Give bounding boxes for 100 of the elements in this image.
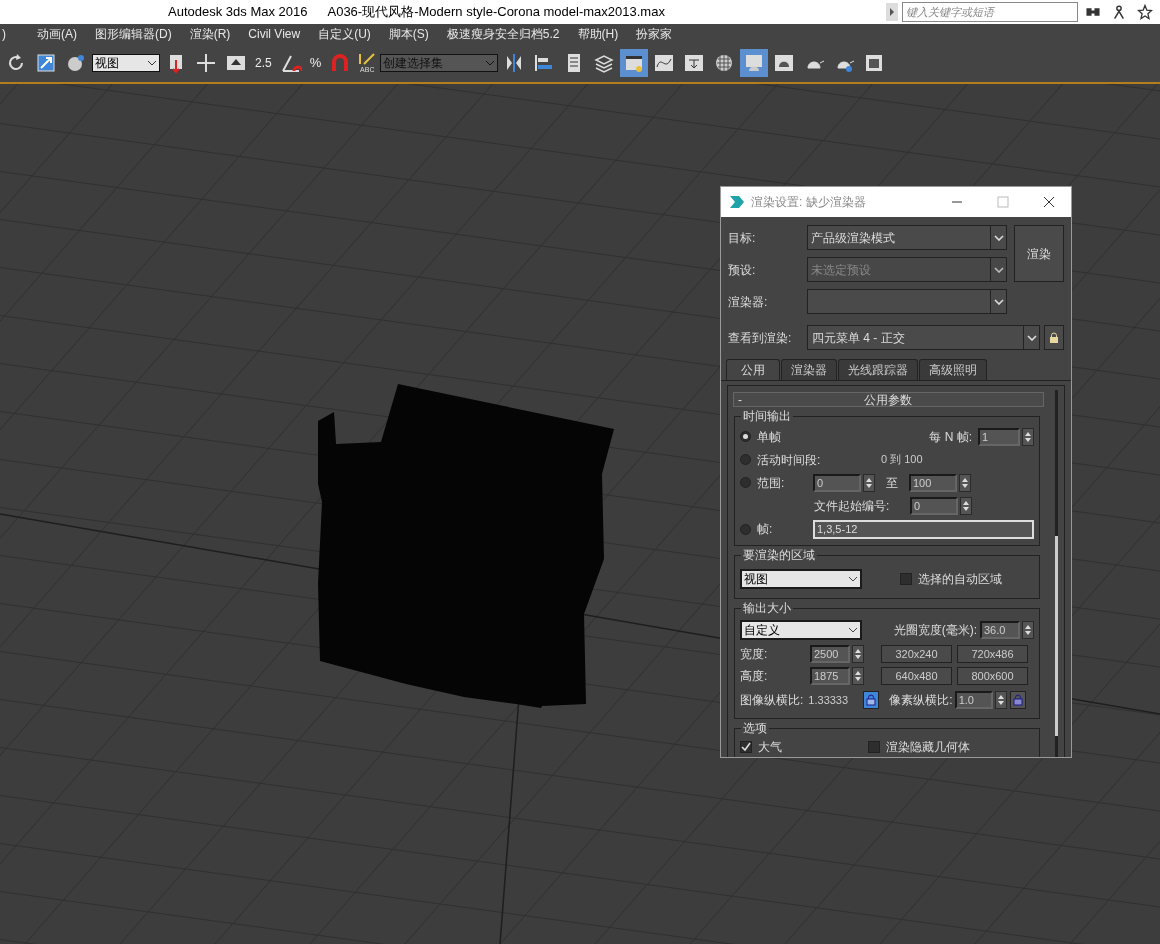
- scrollbar-thumb[interactable]: [1055, 536, 1058, 736]
- menu-item[interactable]: 帮助(H): [568, 25, 628, 43]
- render-button[interactable]: 渲染: [1014, 225, 1064, 282]
- lock-button[interactable]: [1009, 691, 1026, 709]
- checkbox[interactable]: [868, 741, 880, 753]
- field-label: 文件起始编号:: [814, 497, 891, 515]
- rollout-title[interactable]: 公用参数: [746, 390, 1043, 409]
- chevron-icon: [993, 234, 1004, 241]
- chevron-icon: [993, 298, 1004, 305]
- spinner-button[interactable]: [852, 644, 864, 663]
- aspect-value: 1.33333: [808, 692, 850, 708]
- file-name: A036-现代风格-Modern style-Corona model-max2013.max: [327, 3, 665, 22]
- percent-snap-button[interactable]: %: [306, 53, 325, 73]
- snap-button[interactable]: 2.5: [252, 54, 275, 72]
- spin-arrows-icon: [854, 647, 862, 660]
- lock-icon: [1049, 331, 1059, 344]
- menu-item[interactable]: 扮家家: [627, 25, 682, 43]
- tab[interactable]: 公用: [726, 359, 780, 380]
- render-setup-icon[interactable]: [740, 49, 769, 77]
- chevron-icon: [993, 266, 1004, 273]
- number-field[interactable]: 1.0: [954, 691, 993, 709]
- menu-item[interactable]: 动画(A): [28, 25, 86, 43]
- lock-icon: [866, 694, 877, 706]
- menu-item[interactable]: ): [0, 25, 8, 43]
- radio-button[interactable]: [740, 454, 751, 465]
- spin-arrows-icon: [865, 476, 873, 489]
- radio-button[interactable]: [740, 477, 751, 488]
- window-icon[interactable]: [620, 49, 649, 77]
- number-field[interactable]: 100: [909, 473, 957, 492]
- group-title: 要渲染的区域: [741, 547, 817, 563]
- radio-button[interactable]: [740, 523, 751, 535]
- tab[interactable]: 渲染器: [781, 359, 837, 380]
- field-label: 每 N 帧:: [929, 428, 972, 446]
- spin-arrows-icon: [1024, 430, 1032, 443]
- field-label: 渲染器:: [728, 293, 769, 311]
- number-field[interactable]: 2500: [810, 644, 850, 663]
- chevron-icon: [485, 60, 496, 66]
- spinner-button[interactable]: [994, 691, 1007, 709]
- spin-arrows-icon: [854, 669, 862, 682]
- menu-item[interactable]: 脚本(S): [379, 25, 438, 43]
- spinner-button[interactable]: [959, 473, 971, 492]
- spinner-button[interactable]: [1022, 621, 1034, 639]
- lock-icon: [1012, 694, 1023, 706]
- tab[interactable]: 高级照明: [919, 359, 987, 380]
- checkbox-label: 选择的自动区域: [918, 571, 1002, 588]
- dropdown[interactable]: 四元菜单 4 - 正交: [807, 325, 1040, 350]
- number-field[interactable]: 0: [813, 473, 861, 492]
- number-field[interactable]: 1875: [810, 666, 850, 685]
- close-icon[interactable]: [1043, 196, 1055, 208]
- menu-item[interactable]: 自定义(U): [309, 25, 380, 43]
- dropdown[interactable]: 产品级渲染模式: [807, 225, 1007, 250]
- checkbox-label: 大气: [758, 739, 782, 756]
- chevron-icon: [147, 60, 157, 66]
- dropdown[interactable]: 视图: [740, 569, 862, 589]
- field-label: 预设:: [728, 261, 757, 279]
- dropdown[interactable]: 自定义: [740, 620, 862, 640]
- search-field[interactable]: 键入关键字或短语: [902, 2, 1078, 22]
- spinner-button[interactable]: [960, 496, 972, 515]
- checkbox[interactable]: [900, 573, 912, 585]
- group-title: 时间输出: [741, 408, 793, 424]
- spinner-button[interactable]: [1022, 427, 1034, 446]
- app-logo-icon: [729, 195, 745, 209]
- radio-label: 单帧: [757, 428, 781, 446]
- radio-label: 活动时间段:: [757, 451, 822, 469]
- checkbox-label: 渲染隐藏几何体: [886, 739, 970, 756]
- menu-item[interactable]: 极速瘦身安全归档5.2: [437, 25, 569, 43]
- radio-label: 帧:: [757, 521, 774, 538]
- group-title: 输出大小: [741, 600, 793, 616]
- menu-item[interactable]: Civil View: [239, 25, 310, 43]
- chevron-icon: [848, 576, 858, 582]
- collapse-toggle[interactable]: -: [734, 393, 746, 406]
- radio-button[interactable]: [740, 431, 751, 442]
- preset-size-button[interactable]: 320x240: [881, 644, 952, 663]
- field-label: 目标:: [728, 229, 757, 247]
- number-field[interactable]: 0: [910, 496, 958, 515]
- number-field[interactable]: 1: [978, 427, 1020, 446]
- frames-field[interactable]: 1,3,5-12: [813, 519, 1034, 539]
- field-label: 像素纵横比:: [889, 692, 953, 709]
- caret-icon[interactable]: [886, 3, 898, 21]
- spin-arrows-icon: [996, 694, 1005, 706]
- lock-button[interactable]: [863, 691, 880, 709]
- field-label: 高度:: [740, 667, 769, 685]
- spin-arrows-icon: [962, 499, 970, 512]
- spinner-button[interactable]: [852, 666, 864, 685]
- spinner-button[interactable]: [863, 473, 875, 492]
- field-label: 宽度:: [740, 645, 769, 663]
- chevron-icon: [848, 627, 858, 633]
- preset-size-button[interactable]: 720x486: [957, 644, 1028, 663]
- app-title: Autodesk 3ds Max 2016: [168, 3, 308, 22]
- tab[interactable]: 光线跟踪器: [838, 359, 918, 380]
- menu-item[interactable]: 图形编辑器(D): [86, 25, 181, 43]
- checkbox[interactable]: [740, 741, 752, 753]
- number-field[interactable]: 36.0: [980, 621, 1020, 639]
- group-title: 选项: [741, 720, 769, 736]
- field-label: 至: [885, 474, 899, 492]
- lock-button[interactable]: [1044, 325, 1064, 350]
- preset-size-button[interactable]: 640x480: [881, 666, 952, 685]
- view-dropdown[interactable]: 视图: [92, 54, 160, 72]
- preset-size-button[interactable]: 800x600: [957, 666, 1028, 685]
- menu-item[interactable]: 渲染(R): [180, 25, 240, 43]
